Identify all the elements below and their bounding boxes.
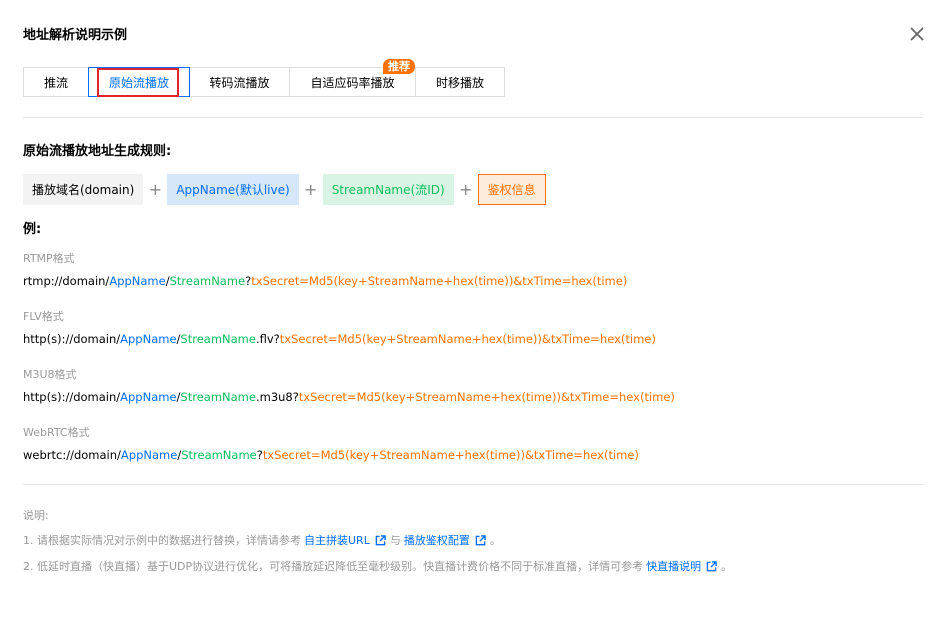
tab-push[interactable]: 推流 — [23, 67, 89, 97]
plus-sign: + — [148, 180, 163, 199]
plus-sign: + — [303, 180, 318, 199]
tab-label: 自适应码率播放 — [310, 75, 395, 90]
note-2: 2. 低延时直播（快直播）基于UDP协议进行优化，可将播放延迟降低至毫秒级别。快… — [23, 558, 732, 574]
format-label-m3u8: M3U8格式 — [23, 368, 77, 381]
plus-sign: + — [458, 180, 473, 199]
note-text: 2. 低延时直播（快直播）基于UDP协议进行优化，可将播放延迟降低至毫秒级别。快… — [23, 560, 644, 573]
tab-label: 时移播放 — [435, 75, 484, 90]
url-streamname: StreamName — [180, 390, 256, 404]
url-appname: AppName — [120, 448, 178, 462]
url-query: txSecret=Md5(key+StreamName+hex(time))&t… — [279, 332, 656, 346]
external-link-icon[interactable] — [475, 534, 486, 546]
note-1: 1. 请根据实际情况对示例中的数据进行替换，详情请参考 自主拼装URL 与 播放… — [23, 532, 501, 548]
tab-label: 原始流播放 — [108, 75, 169, 90]
notes-title: 说明: — [23, 509, 49, 522]
external-link-icon[interactable] — [706, 560, 717, 572]
url-streamname: StreamName — [181, 448, 257, 462]
url-webrtc: webrtc://domain/AppName/StreamName?txSec… — [23, 448, 639, 462]
url-streamname: StreamName — [180, 332, 256, 346]
url-appname: AppName — [109, 274, 166, 288]
tab-transcode-play[interactable]: 转码流播放 — [189, 67, 290, 97]
url-flv: http(s)://domain/AppName/StreamName.flv?… — [23, 332, 656, 346]
recommend-badge: 推荐 — [383, 59, 415, 74]
url-streamname: StreamName — [169, 274, 246, 288]
note-text: 1. 请根据实际情况对示例中的数据进行替换，详情请参考 — [23, 534, 301, 547]
divider — [23, 484, 923, 485]
tab-label: 推流 — [43, 75, 68, 90]
tab-label: 转码流播放 — [209, 75, 270, 90]
auth-chip: 鉴权信息 — [477, 174, 546, 205]
url-prefix: rtmp://domain/ — [23, 274, 110, 288]
url-query: txSecret=Md5(key+StreamName+hex(time))&t… — [251, 274, 628, 288]
appname-chip: AppName(默认live) — [167, 174, 299, 205]
url-query: txSecret=Md5(key+StreamName+hex(time))&t… — [262, 448, 639, 462]
example-label: 例: — [23, 222, 42, 237]
link-fast-live-doc[interactable]: 快直播说明 — [646, 558, 701, 574]
tab-bar: 推流 原始流播放 转码流播放 自适应码率播放 推荐 时移播放 — [23, 59, 505, 97]
url-query: txSecret=Md5(key+StreamName+hex(time))&t… — [298, 390, 675, 404]
url-prefix: webrtc://domain/ — [23, 448, 121, 462]
format-label-rtmp: RTMP格式 — [23, 252, 75, 265]
close-icon[interactable] — [907, 24, 927, 44]
url-prefix: http(s)://domain/ — [23, 390, 121, 404]
tab-adaptive-bitrate-play[interactable]: 自适应码率播放 推荐 — [289, 59, 416, 97]
dialog-title: 地址解析说明示例 — [23, 28, 128, 43]
note-text: 。 — [489, 534, 501, 547]
url-ext: .flv? — [255, 332, 280, 346]
rule-title: 原始流播放地址生成规则: — [23, 144, 172, 159]
rule-formula: 播放域名(domain) + AppName(默认live) + StreamN… — [23, 174, 546, 205]
format-label-webrtc: WebRTC格式 — [23, 426, 90, 439]
tab-timeshift-play[interactable]: 时移播放 — [415, 67, 505, 97]
divider — [23, 117, 923, 118]
url-prefix: http(s)://domain/ — [23, 332, 121, 346]
tab-original-stream-play[interactable]: 原始流播放 — [88, 67, 190, 97]
url-ext: .m3u8? — [255, 390, 299, 404]
format-label-flv: FLV格式 — [23, 310, 64, 323]
url-appname: AppName — [120, 332, 177, 346]
url-rtmp: rtmp://domain/AppName/StreamName?txSecre… — [23, 274, 627, 288]
link-play-auth-config[interactable]: 播放鉴权配置 — [404, 532, 470, 548]
url-appname: AppName — [120, 390, 177, 404]
streamname-chip: StreamName(流ID) — [322, 174, 454, 205]
domain-chip: 播放域名(domain) — [23, 174, 144, 205]
note-text: 。 — [721, 560, 733, 573]
external-link-icon[interactable] — [375, 534, 386, 546]
note-text: 与 — [389, 534, 401, 547]
link-custom-url[interactable]: 自主拼装URL — [304, 532, 370, 548]
url-m3u8: http(s)://domain/AppName/StreamName.m3u8… — [23, 390, 675, 404]
